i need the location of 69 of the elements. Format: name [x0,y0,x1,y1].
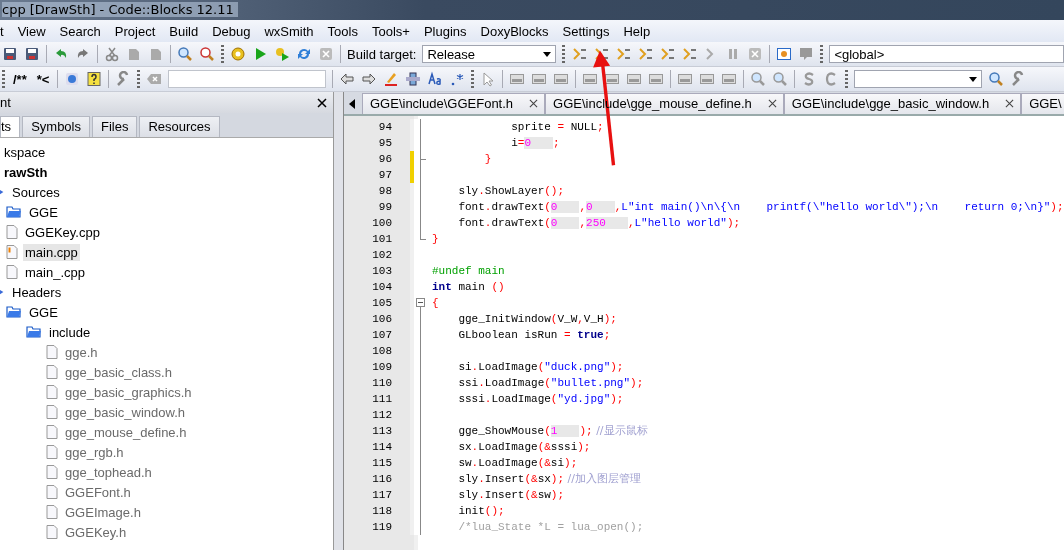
menu-item[interactable]: Project [107,23,163,39]
menu-item[interactable]: DoxyBlocks [473,23,556,39]
editor-tab[interactable]: GGE\ [1021,93,1064,114]
tree-item[interactable]: Sources [10,183,62,201]
panel-title: nt [0,95,11,110]
code-line: } [483,152,492,167]
code-line: int main () [432,280,505,295]
window-title: cpp [DrawSth] - Code::Blocks 12.11 [2,2,238,17]
code-line: ssi.LoadImage("bullet.png"); [457,376,644,391]
tree-item[interactable]: gge_rgb.h [63,443,126,461]
tree-item[interactable]: GGEFont.h [63,483,133,501]
code-line: i=0 ; [510,136,560,151]
tree-item[interactable]: Headers [10,283,64,301]
tree-item[interactable]: gge_tophead.h [63,463,154,481]
scope-dropdown[interactable]: <global> [829,45,1064,63]
code-line: sprite = NULL; [510,120,604,135]
build-target-label: Build target: [347,46,417,62]
menu-item[interactable]: Plugins [416,23,474,39]
tree-item[interactable]: kspace [2,143,48,161]
code-line: gge_ShowMouse(1 ); //显示鼠标 [457,423,648,439]
tree-item[interactable]: GGE [27,203,60,221]
menu-item[interactable]: Search [52,23,108,39]
menu-item[interactable]: Tools [320,23,365,39]
tree-item[interactable]: main_.cpp [23,263,87,281]
doc-comment-button[interactable]: /** [11,71,29,87]
code-line: si.LoadImage("duck.png"); [457,360,624,375]
code-line: #undef main [432,264,505,279]
tree-item[interactable]: gge.h [63,343,100,361]
panel-tab[interactable]: Resources [139,116,220,137]
tree-item[interactable]: GGEImage.h [63,503,143,521]
tree-item[interactable]: GGEKey.h [63,523,129,541]
code-line: sly.Insert(&sw); [457,488,565,503]
menu-item[interactable]: t [0,23,11,39]
editor-tab[interactable]: GGE\include\gge_basic_window.h [783,93,1022,114]
tree-item[interactable]: gge_basic_graphics.h [63,383,194,401]
build-target-dropdown[interactable]: Release [422,45,557,63]
menu-item[interactable]: Help [616,23,658,39]
doc-comment-button[interactable]: *< [34,71,52,87]
code-line: /*lua_State *L = lua_open(); [457,520,644,535]
tree-item[interactable]: GGEKey.cpp [23,223,102,241]
code-line: GLboolean isRun = true; [457,328,611,343]
code-line: sx.LoadImage(&sssi); [457,440,591,455]
tree-item[interactable]: GGE [27,303,60,321]
menu-item[interactable]: Debug [205,23,258,39]
tree-item[interactable]: include [47,323,93,341]
tree-item[interactable]: main.cpp [23,243,80,261]
menu-item[interactable]: View [10,23,53,39]
code-line: gge_InitWindow(V_W,V_H); [457,312,617,327]
tree-item[interactable]: gge_mouse_define.h [63,423,189,441]
code-line: } [432,232,439,247]
code-line: sly.ShowLayer(); [457,184,565,199]
tree-item[interactable]: rawSth [2,163,50,181]
menu-item[interactable]: wxSmith [257,23,321,39]
code-line: sssi.LoadImage("yd.jpg"); [457,392,624,407]
code-line: sly.Insert(&sx); //加入图层管理 [457,471,641,487]
panel-tab[interactable]: Files [92,116,138,137]
code-line: init(); [457,504,505,519]
menu-item[interactable]: Build [162,23,206,39]
code-line: sw.LoadImage(&si); [457,456,578,471]
menu-item[interactable]: Tools+ [364,23,417,39]
code-line: { [432,296,439,311]
menu-item[interactable]: Settings [555,23,617,39]
panel-tab[interactable]: ts [0,116,21,137]
tree-item[interactable]: gge_basic_window.h [63,403,187,421]
editor-tab[interactable]: GGE\include\GGEFont.h [362,93,546,114]
code-line: font.drawText(0 ,0 ,L"int main()\n\{\n printf(\"hello world\");\n return 0;\n}"); [457,200,1064,215]
panel-tab[interactable]: Symbols [22,116,90,137]
tree-item[interactable]: gge_basic_class.h [63,363,174,381]
code-line: font.drawText(0 ,250 ,L"hello world"); [457,216,741,231]
